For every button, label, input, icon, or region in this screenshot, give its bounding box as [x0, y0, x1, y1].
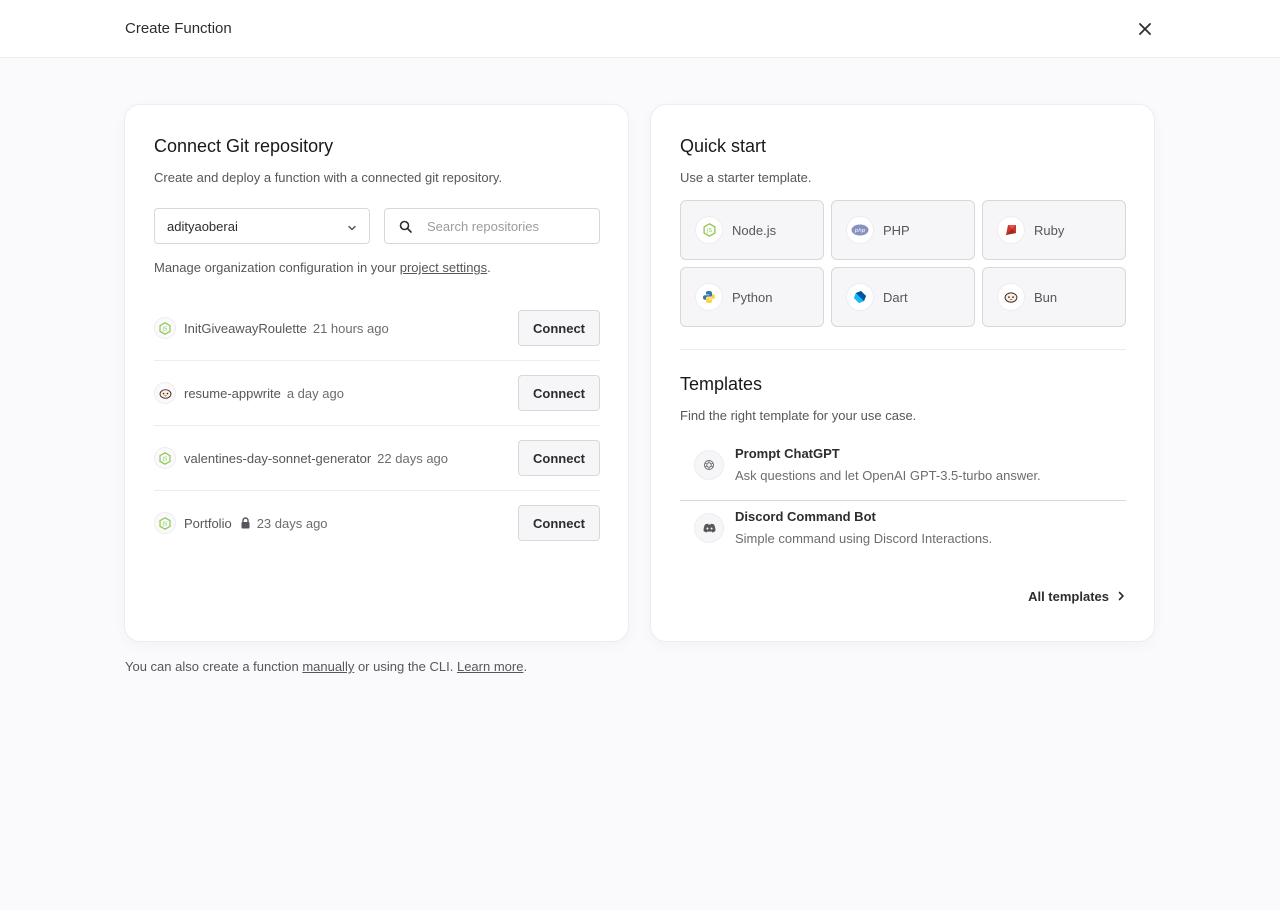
- svg-text:JS: JS: [162, 521, 168, 527]
- svg-text:JS: JS: [706, 228, 713, 234]
- quick-start-card: Quick start Use a starter template. JS N…: [650, 104, 1155, 642]
- repo-row: JS Portfolio 23 days ago Connect: [154, 491, 600, 556]
- repo-time: a day ago: [286, 386, 344, 401]
- template-name: Discord Command Bot: [735, 509, 876, 524]
- repo-row: JS InitGiveawayRoulette 21 hours ago Conn…: [154, 296, 600, 361]
- php-icon: php: [846, 216, 874, 244]
- quick-start-subtitle: Use a starter template.: [680, 170, 812, 185]
- runtime-tile-dart[interactable]: Dart: [831, 267, 975, 327]
- runtime-label: Dart: [883, 290, 908, 305]
- modal-header: Create Function: [0, 0, 1280, 58]
- all-templates-link[interactable]: All templates: [1028, 589, 1125, 604]
- connect-git-subtitle: Create and deploy a function with a conn…: [154, 170, 503, 185]
- svg-text:php: php: [854, 228, 866, 234]
- templates-title: Templates: [680, 374, 763, 394]
- all-templates-label: All templates: [1028, 589, 1109, 604]
- template-item-discord-command-bot[interactable]: Discord Command Bot Simple command using…: [680, 502, 1126, 564]
- repo-row: JS valentines-day-sonnet-generator 22 day…: [154, 426, 600, 491]
- connect-git-card: Connect Git repository Create and deploy…: [124, 104, 629, 642]
- chevron-right-icon: [1117, 589, 1125, 604]
- python-icon: [695, 283, 723, 311]
- template-description: Simple command using Discord Interaction…: [735, 531, 993, 546]
- connect-button[interactable]: Connect: [518, 505, 600, 541]
- template-item-prompt-chatgpt[interactable]: Prompt ChatGPT Ask questions and let Ope…: [680, 439, 1126, 501]
- manage-org-text: Manage organization configuration in you…: [154, 260, 491, 275]
- nodejs-icon: JS: [154, 512, 176, 534]
- runtime-tile-bun[interactable]: Bun: [982, 267, 1126, 327]
- learn-more-link[interactable]: Learn more: [457, 659, 523, 674]
- modal-title: Create Function: [125, 20, 232, 37]
- ruby-icon: [997, 216, 1025, 244]
- footer-text: You can also create a function manually …: [125, 659, 528, 674]
- repo-time: 21 hours ago: [312, 321, 389, 336]
- close-icon[interactable]: [1136, 20, 1154, 38]
- runtime-tile-ruby[interactable]: Ruby: [982, 200, 1126, 260]
- section-divider: [680, 349, 1126, 350]
- repo-name: InitGiveawayRoulette: [184, 321, 307, 336]
- runtime-tile-php[interactable]: php PHP: [831, 200, 975, 260]
- svg-text:JS: JS: [162, 326, 168, 332]
- manually-link[interactable]: manually: [302, 659, 354, 674]
- runtime-label: Bun: [1034, 290, 1058, 305]
- repo-name: Portfolio: [184, 516, 232, 531]
- repo-row: resume-appwrite a day ago Connect: [154, 361, 600, 426]
- templates-subtitle: Find the right template for your use cas…: [680, 408, 917, 423]
- account-select-value: adityaoberai: [167, 218, 238, 234]
- account-select[interactable]: adityaoberai: [154, 208, 370, 244]
- runtime-label: PHP: [883, 223, 910, 238]
- runtime-label: Ruby: [1034, 223, 1065, 238]
- runtime-tile-nodejs[interactable]: JS Node.js: [680, 200, 824, 260]
- connect-button[interactable]: Connect: [518, 440, 600, 476]
- search-icon: [399, 220, 412, 238]
- nodejs-icon: JS: [154, 447, 176, 469]
- repo-name: resume-appwrite: [184, 386, 281, 401]
- nodejs-icon: JS: [695, 216, 723, 244]
- repo-time: 23 days ago: [256, 516, 328, 531]
- repo-name: valentines-day-sonnet-generator: [184, 451, 372, 466]
- connect-button[interactable]: Connect: [518, 375, 600, 411]
- discord-icon: [694, 513, 724, 543]
- search-input[interactable]: [427, 209, 592, 243]
- connect-button[interactable]: Connect: [518, 310, 600, 346]
- runtime-label: Python: [732, 290, 773, 305]
- project-settings-link[interactable]: project settings: [400, 260, 487, 275]
- lock-icon: [240, 517, 251, 532]
- dart-icon: [846, 283, 874, 311]
- nodejs-icon: JS: [154, 317, 176, 339]
- connect-git-title: Connect Git repository: [154, 136, 334, 156]
- quick-start-title: Quick start: [680, 136, 767, 156]
- repository-search[interactable]: [384, 208, 600, 244]
- bun-icon: [997, 283, 1025, 311]
- runtime-tile-python[interactable]: Python: [680, 267, 824, 327]
- svg-text:JS: JS: [162, 456, 168, 462]
- chevron-down-icon: [347, 221, 357, 236]
- openai-icon: [694, 450, 724, 480]
- runtime-label: Node.js: [732, 223, 777, 238]
- template-name: Prompt ChatGPT: [735, 446, 840, 461]
- bun-icon: [154, 382, 176, 404]
- repo-time: 22 days ago: [377, 451, 449, 466]
- template-description: Ask questions and let OpenAI GPT-3.5-tur…: [735, 468, 1041, 483]
